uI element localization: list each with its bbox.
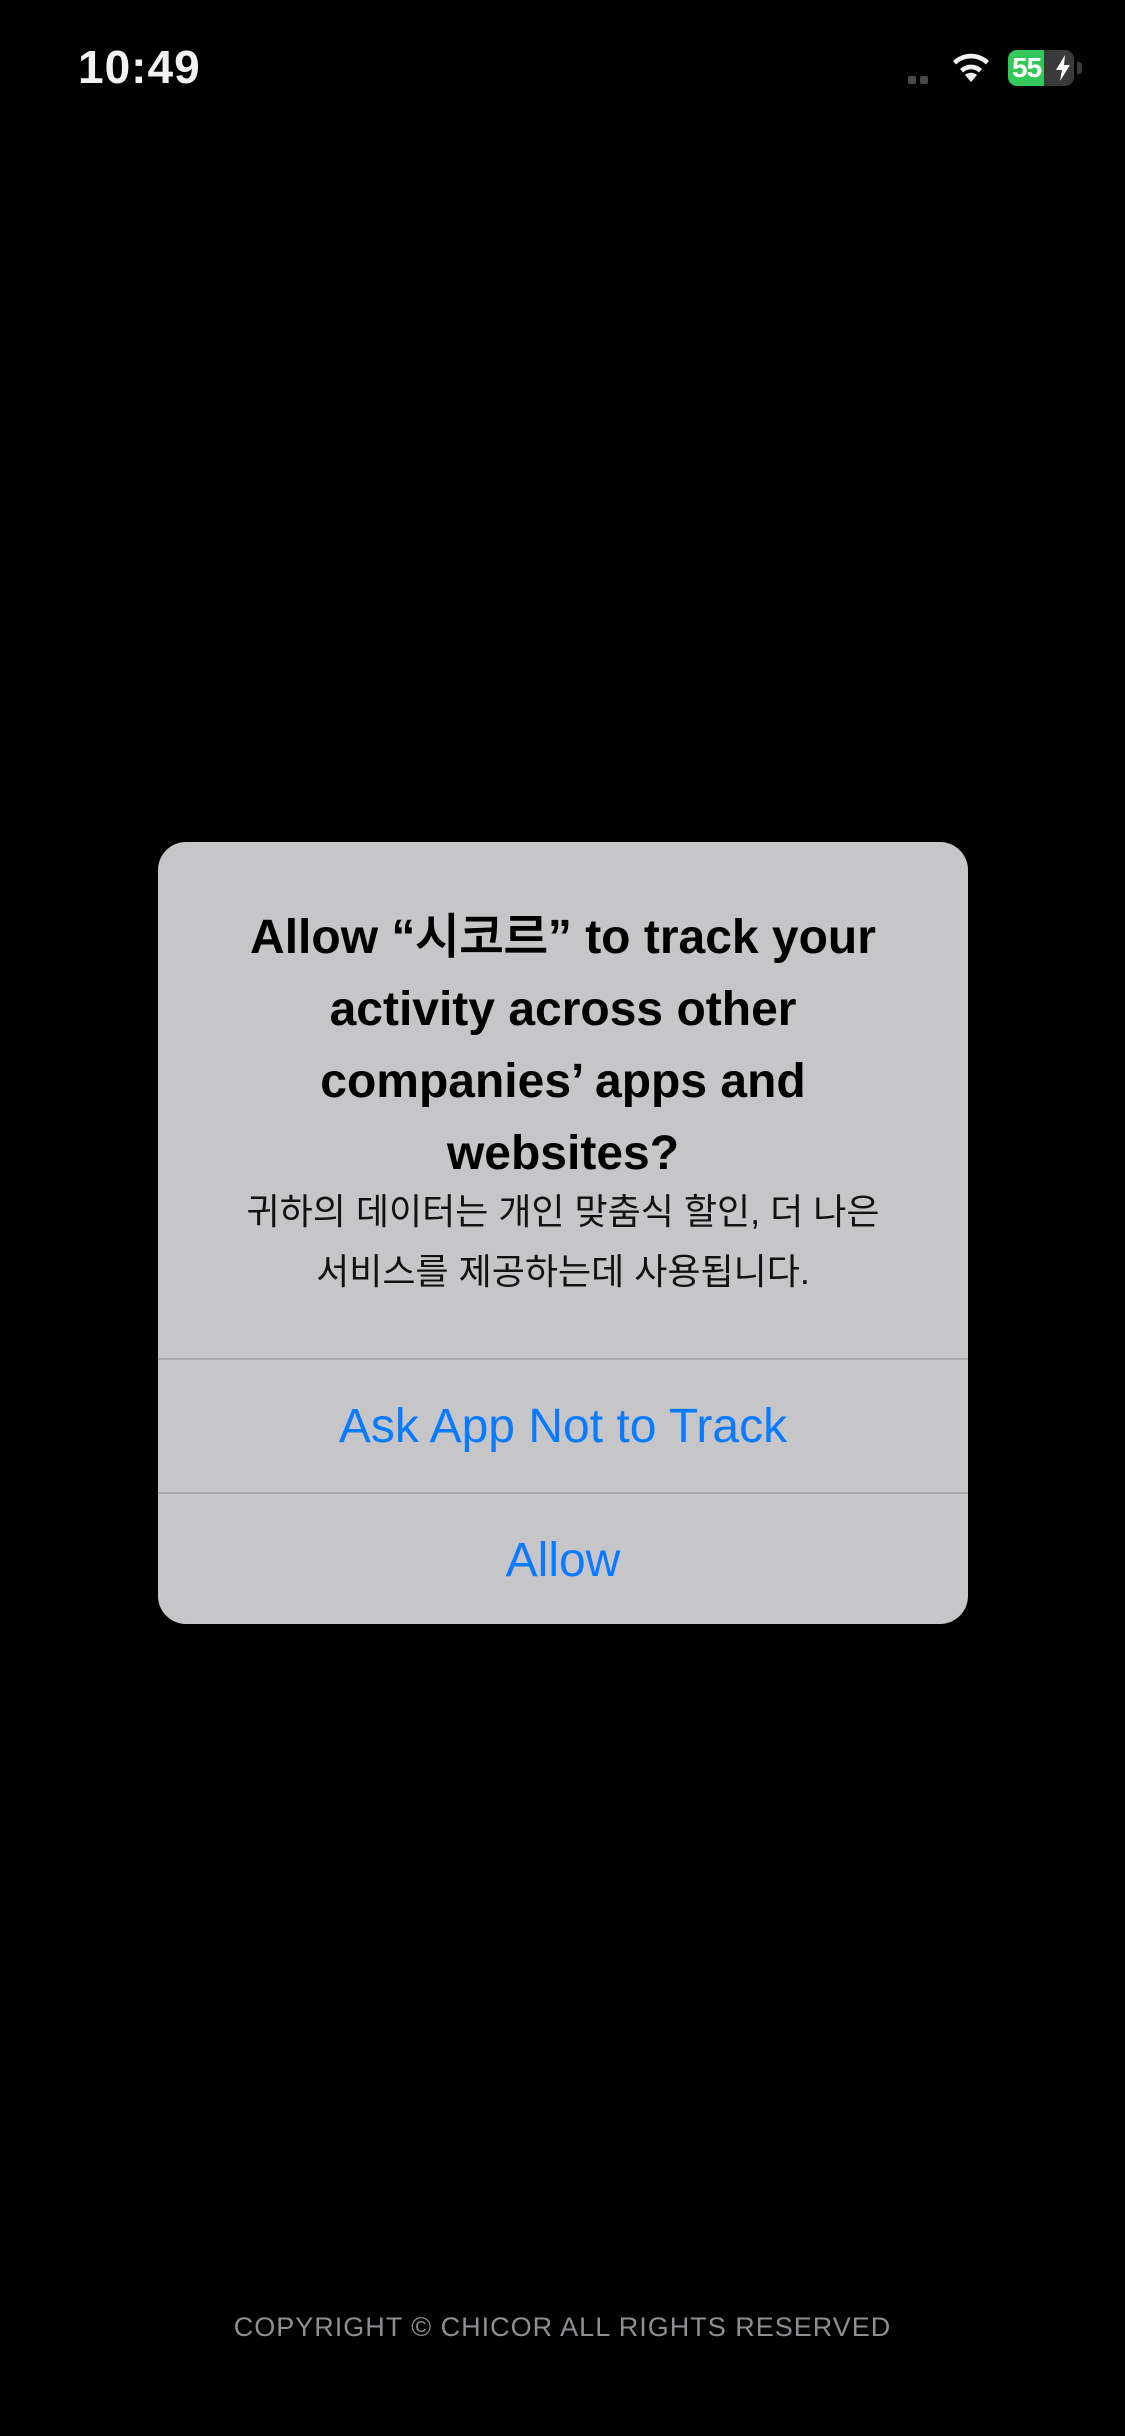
cellular-signal-icon [908,60,948,84]
copyright-footer: COPYRIGHT © CHICOR ALL RIGHTS RESERVED [233,2312,892,2342]
wifi-icon [953,53,989,82]
battery-icon: 55 [1008,50,1082,86]
battery-percent: 55 [1012,52,1042,83]
battery-cap [1077,62,1082,74]
ask-app-not-to-track-button[interactable]: Ask App Not to Track [158,1360,968,1492]
alert-title: Allow “시코르” to track your activity acros… [250,911,876,1180]
tracking-permission-alert: Allow “시코르” to track your activity acros… [158,842,968,1624]
battery-body: 55 [1008,50,1074,86]
allow-button[interactable]: Allow [158,1494,968,1624]
alert-content: Allow “시코르” to track your activity acros… [158,842,968,1358]
charging-bolt-icon [1056,55,1070,81]
status-time: 10:49 [78,41,201,93]
alert-message: 귀하의 데이터는 개인 맞춤식 할인, 더 나은 서비스를 제공하는데 사용됩니… [246,1191,880,1292]
status-bar: 10:49 55 [0,0,1125,140]
